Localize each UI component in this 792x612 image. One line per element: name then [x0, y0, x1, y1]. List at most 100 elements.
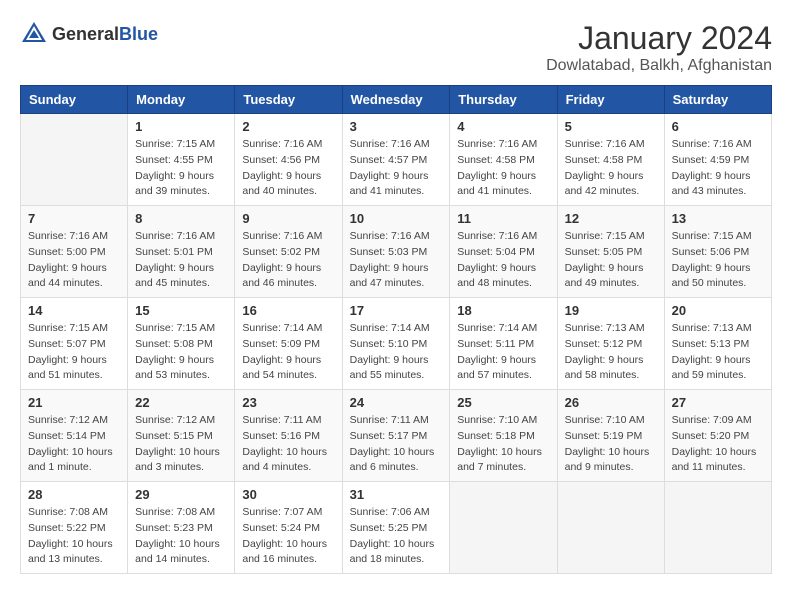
day-info: Sunrise: 7:14 AMSunset: 5:11 PMDaylight:…	[457, 321, 549, 384]
day-info: Sunrise: 7:16 AMSunset: 5:03 PMDaylight:…	[350, 229, 443, 292]
day-number: 19	[565, 303, 657, 318]
day-info: Sunrise: 7:16 AMSunset: 4:56 PMDaylight:…	[242, 137, 334, 200]
day-number: 14	[28, 303, 120, 318]
day-info: Sunrise: 7:12 AMSunset: 5:15 PMDaylight:…	[135, 413, 227, 476]
calendar-cell: 1Sunrise: 7:15 AMSunset: 4:55 PMDaylight…	[128, 114, 235, 206]
day-number: 8	[135, 211, 227, 226]
day-number: 24	[350, 395, 443, 410]
day-info: Sunrise: 7:16 AMSunset: 5:01 PMDaylight:…	[135, 229, 227, 292]
day-number: 30	[242, 487, 334, 502]
day-number: 5	[565, 119, 657, 134]
calendar-cell: 16 Sunrise: 7:14 AMSunset: 5:09 PMDayligh…	[235, 298, 342, 390]
page-header: GeneralBlue January 2024 Dowlatabad, Bal…	[20, 20, 772, 75]
location-subtitle: Dowlatabad, Balkh, Afghanistan	[546, 57, 772, 75]
calendar-cell	[664, 482, 771, 574]
day-number: 10	[350, 211, 443, 226]
calendar-cell	[450, 482, 557, 574]
day-info: Sunrise: 7:10 AMSunset: 5:19 PMDaylight:…	[565, 413, 657, 476]
day-info: Sunrise: 7:08 AMSunset: 5:23 PMDaylight:…	[135, 505, 227, 568]
day-info: Sunrise: 7:16 AMSunset: 5:04 PMDaylight:…	[457, 229, 549, 292]
calendar-cell	[21, 114, 128, 206]
calendar-cell: 13Sunrise: 7:15 AMSunset: 5:06 PMDayligh…	[664, 206, 771, 298]
calendar-cell: 10 Sunrise: 7:16 AMSunset: 5:03 PMDayligh…	[342, 206, 450, 298]
day-info: Sunrise: 7:12 AMSunset: 5:14 PMDaylight:…	[28, 413, 120, 476]
calendar-cell: 15 Sunrise: 7:15 AMSunset: 5:08 PMDayligh…	[128, 298, 235, 390]
day-info: Sunrise: 7:15 AMSunset: 5:06 PMDaylight:…	[672, 229, 764, 292]
day-info: Sunrise: 7:13 AMSunset: 5:13 PMDaylight:…	[672, 321, 764, 384]
calendar-week-1: 1Sunrise: 7:15 AMSunset: 4:55 PMDaylight…	[21, 114, 772, 206]
day-info: Sunrise: 7:09 AMSunset: 5:20 PMDaylight:…	[672, 413, 764, 476]
weekday-saturday: Saturday	[664, 86, 771, 114]
calendar-cell: 26 Sunrise: 7:10 AMSunset: 5:19 PMDayligh…	[557, 390, 664, 482]
day-info: Sunrise: 7:07 AMSunset: 5:24 PMDaylight:…	[242, 505, 334, 568]
calendar-cell: 24 Sunrise: 7:11 AMSunset: 5:17 PMDayligh…	[342, 390, 450, 482]
day-info: Sunrise: 7:08 AMSunset: 5:22 PMDaylight:…	[28, 505, 120, 568]
weekday-sunday: Sunday	[21, 86, 128, 114]
day-info: Sunrise: 7:11 AMSunset: 5:17 PMDaylight:…	[350, 413, 443, 476]
calendar-cell: 27 Sunrise: 7:09 AMSunset: 5:20 PMDayligh…	[664, 390, 771, 482]
logo-general: General	[52, 24, 119, 44]
day-info: Sunrise: 7:15 AMSunset: 5:08 PMDaylight:…	[135, 321, 227, 384]
day-info: Sunrise: 7:16 AMSunset: 4:57 PMDaylight:…	[350, 137, 443, 200]
weekday-header-row: SundayMondayTuesdayWednesdayThursdayFrid…	[21, 86, 772, 114]
day-number: 4	[457, 119, 549, 134]
title-block: January 2024 Dowlatabad, Balkh, Afghanis…	[546, 20, 772, 75]
day-number: 26	[565, 395, 657, 410]
logo: GeneralBlue	[20, 20, 158, 48]
calendar-cell: 9 Sunrise: 7:16 AMSunset: 5:02 PMDaylight…	[235, 206, 342, 298]
month-year-title: January 2024	[546, 20, 772, 57]
day-number: 6	[672, 119, 764, 134]
weekday-friday: Friday	[557, 86, 664, 114]
weekday-tuesday: Tuesday	[235, 86, 342, 114]
calendar-cell: 2 Sunrise: 7:16 AMSunset: 4:56 PMDaylight…	[235, 114, 342, 206]
weekday-wednesday: Wednesday	[342, 86, 450, 114]
day-number: 16	[242, 303, 334, 318]
calendar-cell: 22 Sunrise: 7:12 AMSunset: 5:15 PMDayligh…	[128, 390, 235, 482]
calendar-cell: 11 Sunrise: 7:16 AMSunset: 5:04 PMDayligh…	[450, 206, 557, 298]
day-info: Sunrise: 7:14 AMSunset: 5:09 PMDaylight:…	[242, 321, 334, 384]
calendar-cell: 3 Sunrise: 7:16 AMSunset: 4:57 PMDaylight…	[342, 114, 450, 206]
calendar-table: SundayMondayTuesdayWednesdayThursdayFrid…	[20, 85, 772, 574]
day-info: Sunrise: 7:16 AMSunset: 5:00 PMDaylight:…	[28, 229, 120, 292]
calendar-cell: 8 Sunrise: 7:16 AMSunset: 5:01 PMDaylight…	[128, 206, 235, 298]
day-info: Sunrise: 7:16 AMSunset: 4:59 PMDaylight:…	[672, 137, 764, 200]
calendar-cell: 29Sunrise: 7:08 AMSunset: 5:23 PMDayligh…	[128, 482, 235, 574]
calendar-body: 1Sunrise: 7:15 AMSunset: 4:55 PMDaylight…	[21, 114, 772, 574]
day-number: 22	[135, 395, 227, 410]
calendar-cell	[557, 482, 664, 574]
calendar-cell: 21Sunrise: 7:12 AMSunset: 5:14 PMDayligh…	[21, 390, 128, 482]
day-number: 9	[242, 211, 334, 226]
calendar-cell: 31Sunrise: 7:06 AMSunset: 5:25 PMDayligh…	[342, 482, 450, 574]
calendar-week-3: 14 Sunrise: 7:15 AMSunset: 5:07 PMDayligh…	[21, 298, 772, 390]
logo-icon	[20, 20, 48, 48]
day-info: Sunrise: 7:10 AMSunset: 5:18 PMDaylight:…	[457, 413, 549, 476]
weekday-monday: Monday	[128, 86, 235, 114]
calendar-cell: 17 Sunrise: 7:14 AMSunset: 5:10 PMDayligh…	[342, 298, 450, 390]
logo-text: GeneralBlue	[52, 24, 158, 45]
day-number: 27	[672, 395, 764, 410]
calendar-cell: 30 Sunrise: 7:07 AMSunset: 5:24 PMDayligh…	[235, 482, 342, 574]
day-info: Sunrise: 7:15 AMSunset: 5:05 PMDaylight:…	[565, 229, 657, 292]
day-number: 11	[457, 211, 549, 226]
calendar-week-5: 28 Sunrise: 7:08 AMSunset: 5:22 PMDayligh…	[21, 482, 772, 574]
day-number: 12	[565, 211, 657, 226]
day-number: 31	[350, 487, 443, 502]
calendar-cell: 23Sunrise: 7:11 AMSunset: 5:16 PMDayligh…	[235, 390, 342, 482]
day-info: Sunrise: 7:15 AMSunset: 5:07 PMDaylight:…	[28, 321, 120, 384]
calendar-cell: 6 Sunrise: 7:16 AMSunset: 4:59 PMDaylight…	[664, 114, 771, 206]
day-number: 23	[242, 395, 334, 410]
calendar-cell: 19Sunrise: 7:13 AMSunset: 5:12 PMDayligh…	[557, 298, 664, 390]
day-number: 17	[350, 303, 443, 318]
day-number: 15	[135, 303, 227, 318]
day-number: 2	[242, 119, 334, 134]
day-number: 3	[350, 119, 443, 134]
day-info: Sunrise: 7:16 AMSunset: 4:58 PMDaylight:…	[457, 137, 549, 200]
day-info: Sunrise: 7:14 AMSunset: 5:10 PMDaylight:…	[350, 321, 443, 384]
calendar-cell: 7Sunrise: 7:16 AMSunset: 5:00 PMDaylight…	[21, 206, 128, 298]
day-number: 28	[28, 487, 120, 502]
calendar-cell: 28 Sunrise: 7:08 AMSunset: 5:22 PMDayligh…	[21, 482, 128, 574]
day-info: Sunrise: 7:15 AMSunset: 4:55 PMDaylight:…	[135, 137, 227, 200]
day-info: Sunrise: 7:16 AMSunset: 5:02 PMDaylight:…	[242, 229, 334, 292]
logo-blue: Blue	[119, 24, 158, 44]
calendar-cell: 4 Sunrise: 7:16 AMSunset: 4:58 PMDaylight…	[450, 114, 557, 206]
